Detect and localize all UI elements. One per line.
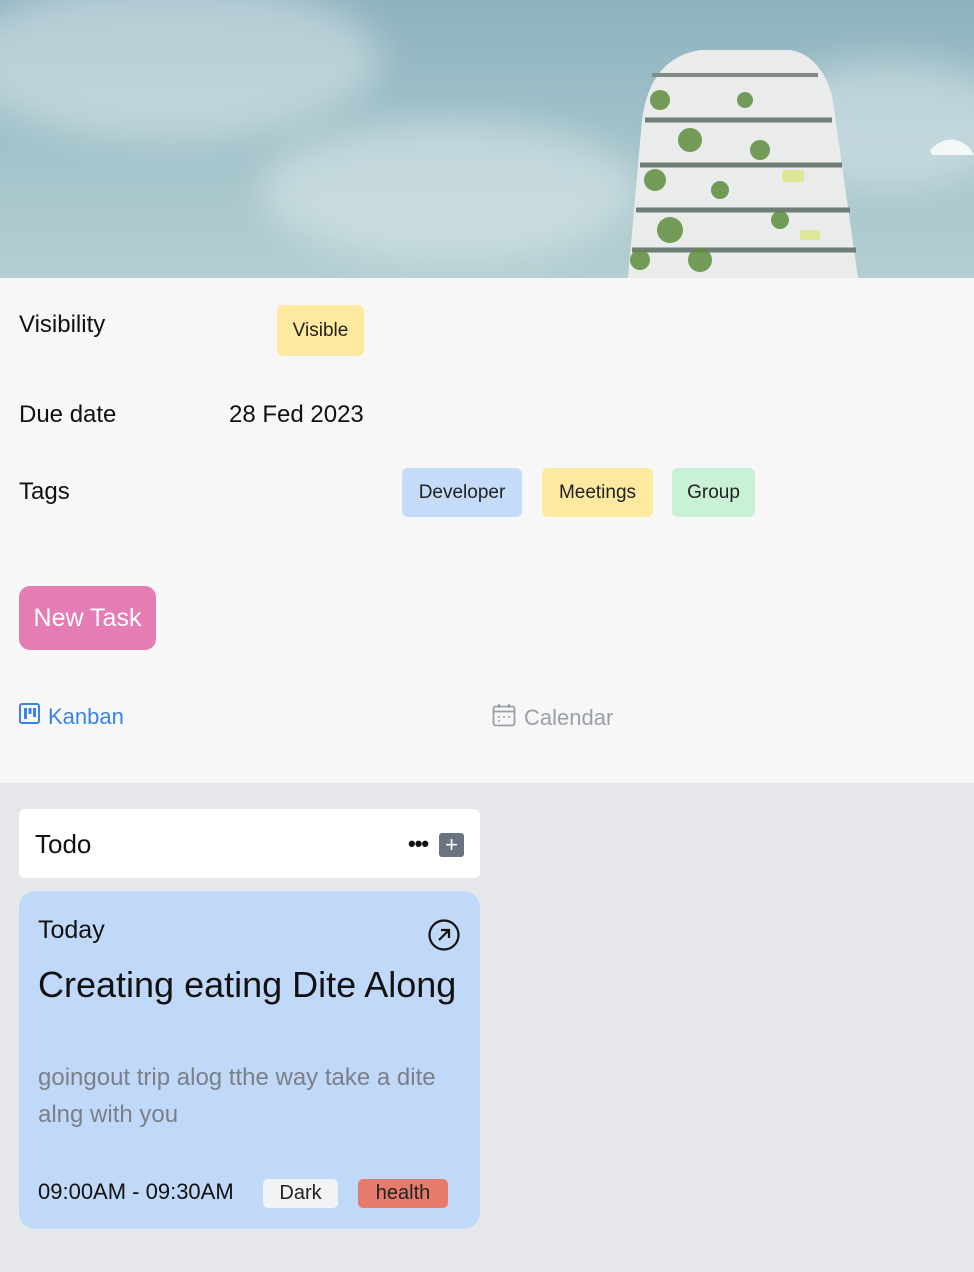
task-details-panel: Visibility Visible Due date 28 Fed 2023 …	[0, 278, 974, 783]
card-tag-dark[interactable]: Dark	[263, 1179, 338, 1208]
tower-illustration	[628, 50, 974, 278]
card-tag-health[interactable]: health	[358, 1179, 448, 1208]
visibility-badge[interactable]: Visible	[277, 305, 364, 356]
column-title: Todo	[35, 829, 92, 859]
kanban-board: Todo ••• + Today Creating eating Dite Al…	[0, 783, 974, 1272]
tab-kanban-label: Kanban	[48, 703, 124, 729]
card-title: Creating eating Dite Along	[38, 964, 457, 1005]
visibility-label: Visibility	[19, 311, 106, 338]
card-time-range: 09:00AM - 09:30AM	[38, 1179, 234, 1204]
tab-calendar-label: Calendar	[524, 705, 614, 730]
tag-developer[interactable]: Developer	[402, 468, 522, 517]
task-card[interactable]: Today Creating eating Dite Along goingou…	[19, 891, 480, 1229]
new-task-button[interactable]: New Task	[19, 586, 156, 650]
card-day-label: Today	[38, 916, 105, 944]
cover-image	[0, 0, 974, 278]
due-date-label: Due date	[19, 401, 117, 428]
calendar-icon	[492, 703, 516, 733]
open-arrow-icon[interactable]	[428, 919, 460, 951]
kanban-icon	[19, 703, 40, 730]
tag-group[interactable]: Group	[672, 468, 755, 517]
column-header-todo: Todo ••• +	[19, 809, 480, 878]
tab-kanban[interactable]: Kanban	[19, 703, 124, 730]
due-date-value: 28 Fed 2023	[229, 401, 364, 428]
tab-calendar[interactable]: Calendar	[492, 703, 613, 733]
tag-meetings[interactable]: Meetings	[542, 468, 653, 517]
more-options-icon[interactable]: •••	[408, 831, 429, 857]
tags-label: Tags	[19, 478, 70, 505]
add-task-icon[interactable]: +	[439, 833, 464, 857]
card-description: goingout trip alog tthe way take a dite …	[38, 1064, 436, 1128]
